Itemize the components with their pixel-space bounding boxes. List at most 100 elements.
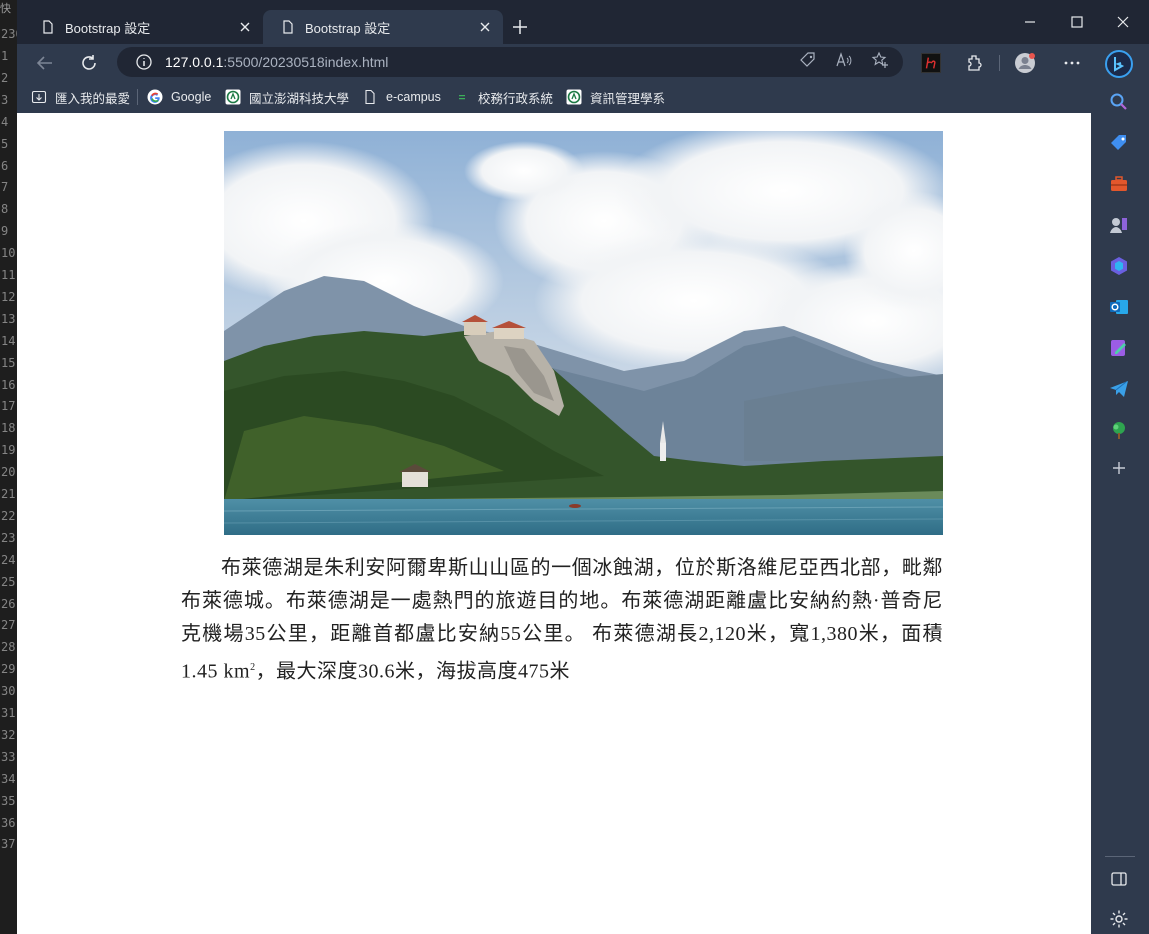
bookmark-label: Google [171, 90, 212, 104]
read-aloud-icon[interactable] [835, 51, 853, 69]
line-number: 3 [1, 92, 9, 107]
university-icon [225, 89, 241, 105]
reload-icon[interactable] [78, 52, 100, 74]
page-content: 布萊德湖是朱利安阿爾卑斯山山區的一個冰蝕湖，位於斯洛維尼亞西北部，毗鄰布萊德城。… [17, 113, 1091, 934]
editor-top-label: 快 [0, 2, 11, 15]
send-telegram-icon[interactable] [1108, 378, 1130, 400]
bookmarks-bar: 匯入我的最愛 Google 國立澎湖科技大學 e-campus 校務行政系統 資… [17, 82, 1091, 113]
bookmark-ecampus[interactable]: e-campus [362, 87, 441, 107]
bookmark-import[interactable]: 匯入我的最愛 [31, 87, 130, 107]
line-number: 21 [1, 487, 16, 501]
bing-copilot-icon[interactable] [1105, 50, 1133, 78]
tab-1[interactable]: Bootstrap 設定 [23, 10, 263, 44]
line-number: 27 [1, 618, 16, 633]
more-icon[interactable] [1061, 52, 1083, 74]
line-number: 6 [1, 158, 9, 173]
document-icon [43, 20, 53, 34]
line-number: 17 [1, 399, 16, 414]
line-number: 33 [1, 749, 16, 764]
line-number: 5 [1, 136, 9, 151]
document-icon [365, 89, 375, 105]
add-icon[interactable] [1108, 457, 1130, 479]
line-number: 36 [1, 815, 16, 830]
address-bar[interactable]: 127.0.0.1:5500/20230518index.html [117, 47, 903, 77]
new-tab-icon[interactable] [510, 17, 530, 37]
line-number: 32 [1, 727, 16, 742]
line-number: 26 [1, 596, 16, 611]
line-number: 34 [1, 771, 16, 786]
window-close-icon[interactable] [1115, 14, 1131, 30]
description-text-end: ，最大深度30.6米，海拔高度475米 [255, 660, 571, 683]
line-number: 25 [1, 574, 16, 589]
extensions-icon[interactable] [964, 52, 986, 74]
bookmark-separator [137, 89, 138, 105]
line-number: 15 [1, 355, 16, 370]
tab-bar: Bootstrap 設定 Bootstrap 設定 [17, 0, 1149, 44]
url-path: :5500/20230518index.html [223, 54, 389, 70]
maximize-icon[interactable] [1069, 14, 1085, 30]
department-icon [566, 89, 582, 105]
line-number: 30 [1, 684, 16, 699]
line-number: 31 [1, 706, 16, 720]
designer-icon[interactable] [1108, 337, 1130, 359]
line-number: 35 [1, 793, 16, 808]
toolbar-divider [999, 55, 1000, 71]
line-number: 16 [1, 377, 16, 392]
tab-title: Bootstrap 設定 [305, 20, 391, 36]
editor-gutter: 快 230 1 2 3 4 5 6 7 8 9 10 11 12 13 14 15 16 17 18 19 20 21 2… [0, 0, 23, 934]
bookmark-university[interactable]: 國立澎湖科技大學 [225, 87, 349, 107]
back-icon[interactable] [34, 52, 56, 74]
avatar-icon [1015, 53, 1035, 73]
editor-second-label: 230 [1, 27, 23, 41]
bookmark-admin-system[interactable]: 校務行政系統 [454, 87, 553, 107]
close-icon[interactable] [477, 19, 493, 35]
admin-system-icon [457, 92, 467, 102]
info-icon[interactable] [135, 53, 153, 71]
line-number: 14 [1, 333, 16, 348]
tools-briefcase-icon[interactable] [1108, 173, 1130, 195]
outlook-icon[interactable] [1108, 296, 1130, 318]
sidebar-toggle-icon[interactable] [1108, 868, 1130, 890]
search-icon[interactable] [1108, 91, 1130, 113]
line-number: 11 [1, 268, 16, 282]
games-icon[interactable] [1108, 214, 1130, 236]
microsoft-365-icon[interactable] [1108, 255, 1130, 277]
extension-h-icon[interactable] [921, 53, 941, 73]
line-number: 29 [1, 662, 16, 677]
tab-title: Bootstrap 設定 [65, 20, 151, 36]
url-host: 127.0.0.1 [165, 54, 224, 70]
line-number: 20 [1, 465, 16, 480]
line-number: 23 [1, 530, 16, 545]
tab-2-active[interactable]: Bootstrap 設定 [263, 10, 503, 44]
favorite-add-icon[interactable] [871, 51, 889, 69]
line-number: 18 [1, 421, 16, 436]
line-number: 28 [1, 640, 16, 655]
toolbar: 127.0.0.1:5500/20230518index.html [17, 44, 1149, 82]
settings-gear-icon[interactable] [1108, 908, 1130, 930]
line-number: 9 [1, 224, 9, 239]
bookmark-google[interactable]: Google [147, 87, 211, 107]
tag-icon[interactable] [799, 51, 817, 69]
minimize-icon[interactable] [1022, 14, 1038, 30]
line-number: 7 [1, 180, 9, 195]
url-text: 127.0.0.1:5500/20230518index.html [165, 54, 388, 70]
bookmark-label: 資訊管理學系 [590, 91, 666, 106]
line-number: 19 [1, 443, 16, 458]
shopping-tag-icon[interactable] [1108, 132, 1130, 154]
tree-icon[interactable] [1108, 419, 1130, 441]
bookmark-department[interactable]: 資訊管理學系 [566, 87, 665, 107]
close-icon[interactable] [237, 19, 253, 35]
line-number: 2 [1, 70, 9, 85]
bookmark-label: e-campus [386, 90, 441, 104]
import-icon [31, 90, 47, 104]
google-icon [147, 89, 163, 105]
profile-avatar-icon[interactable] [1014, 52, 1036, 74]
line-number: 37 [1, 837, 16, 852]
line-number: 24 [1, 552, 16, 567]
line-number: 1 [1, 49, 9, 63]
line-number: 4 [1, 114, 9, 129]
browser-window: Bootstrap 設定 Bootstrap 設定 127.0.0.1:5500… [17, 0, 1149, 934]
line-number: 12 [1, 289, 16, 304]
line-number: 8 [1, 202, 9, 217]
line-number: 10 [1, 246, 16, 261]
